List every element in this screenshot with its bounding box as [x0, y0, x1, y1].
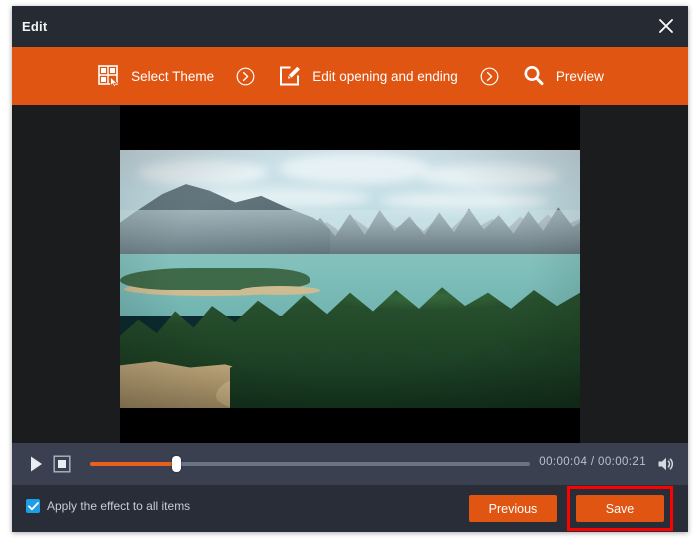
cloud	[280, 154, 430, 184]
play-icon[interactable]	[26, 454, 46, 474]
sand-bank	[240, 286, 320, 295]
speaker-icon[interactable]	[656, 454, 676, 474]
page-title: Edit	[22, 19, 48, 34]
stop-icon[interactable]	[53, 455, 71, 473]
chevron-right-circle-icon	[236, 67, 255, 86]
video-preview-frame	[120, 150, 580, 408]
edit-toolbar: Select Theme Edit opening and ending Pre…	[12, 47, 688, 105]
video-stage	[12, 105, 688, 443]
apply-to-all-label: Apply the effect to all items	[47, 499, 191, 513]
toolbar-item-edit-opening-ending[interactable]: Edit opening and ending	[277, 63, 458, 89]
chevron-right-circle-icon-2	[480, 67, 499, 86]
cloud	[138, 160, 268, 186]
theme-grid-cursor-icon	[96, 63, 122, 89]
cloud	[380, 192, 550, 210]
toolbar-item-select-theme[interactable]: Select Theme	[96, 63, 214, 89]
toolbar-label-preview: Preview	[555, 68, 604, 84]
apply-to-all-checkbox[interactable]: Apply the effect to all items	[26, 499, 190, 513]
edit-dialog: Edit Select Theme Edit opening and endin…	[12, 6, 688, 532]
checkbox-check-icon	[26, 499, 40, 513]
time-display: 00:00:04 / 00:00:21	[539, 456, 646, 468]
player-control-bar: 00:00:04 / 00:00:21	[12, 443, 688, 486]
toolbar-label-edit-opening-ending: Edit opening and ending	[312, 68, 458, 84]
title-bar: Edit	[12, 6, 688, 48]
seek-bar[interactable]	[90, 455, 530, 473]
dialog-footer: Apply the effect to all items Previous S…	[12, 485, 688, 532]
previous-button[interactable]: Previous	[469, 495, 557, 522]
video-letterbox-panel[interactable]	[120, 105, 580, 443]
seek-handle[interactable]	[172, 456, 181, 472]
magnifier-icon	[521, 63, 547, 89]
cloud	[420, 164, 560, 188]
seek-progress-fill	[90, 462, 176, 466]
close-glyph	[659, 19, 673, 33]
toolbar-label-select-theme: Select Theme	[131, 68, 215, 84]
toolbar-item-preview[interactable]: Preview	[521, 63, 604, 89]
close-icon[interactable]	[650, 11, 682, 41]
save-button[interactable]: Save	[576, 495, 664, 522]
edit-pencil-square-icon	[277, 63, 303, 89]
